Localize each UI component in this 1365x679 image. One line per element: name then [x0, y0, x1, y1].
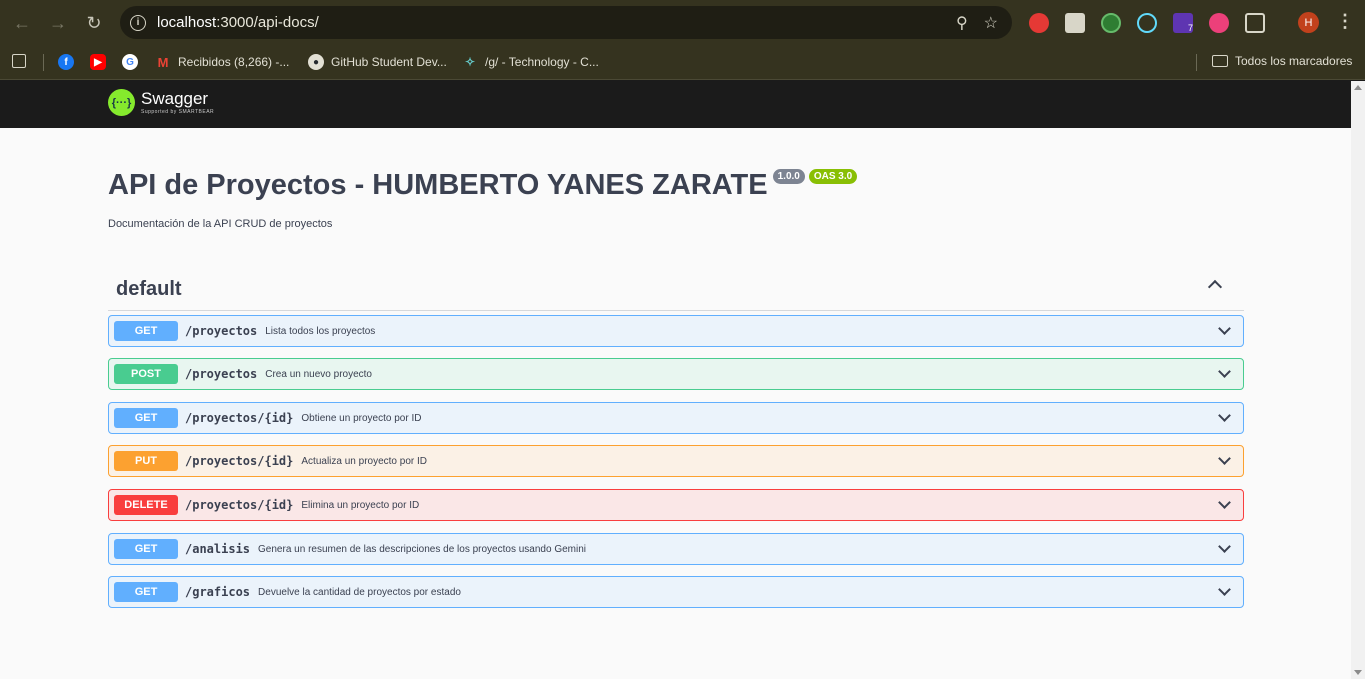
extensions-puzzle-icon[interactable] — [1245, 13, 1265, 33]
chevron-down-icon[interactable] — [1218, 322, 1231, 335]
operation-summary: Genera un resumen de las descripciones d… — [258, 543, 586, 555]
api-title: API de Proyectos - HUMBERTO YANES ZARATE — [108, 169, 768, 201]
bookmark-separator — [1196, 54, 1197, 71]
extension-hand-icon[interactable] — [1029, 13, 1049, 33]
forward-button[interactable]: → — [40, 5, 76, 41]
bookmark-4chan[interactable]: ✧ /g/ - Technology - C... — [462, 54, 599, 70]
section-name: default — [116, 278, 182, 300]
api-description: Documentación de la API CRUD de proyecto… — [108, 218, 333, 230]
swagger-header: {···} Swagger Supported by SMARTBEAR — [0, 80, 1365, 128]
operation-path: /proyectos/{id} — [185, 454, 294, 468]
method-badge: DELETE — [114, 495, 178, 515]
zoom-icon[interactable]: ⚲ — [956, 13, 968, 33]
swagger-logo-icon: {···} — [108, 89, 135, 116]
operation-summary: Elimina un proyecto por ID — [301, 499, 420, 511]
oas-badge: OAS 3.0 — [808, 169, 858, 184]
page-scrollbar[interactable] — [1351, 81, 1365, 679]
reload-button[interactable]: ↻ — [76, 5, 112, 41]
operation-put-proyecto-by-id[interactable]: PUT /proyectos/{id} Actualiza un proyect… — [108, 445, 1244, 477]
back-button[interactable]: ← — [4, 5, 40, 41]
operation-summary: Lista todos los proyectos — [265, 325, 376, 337]
method-badge: GET — [114, 321, 178, 341]
github-icon: ● — [308, 54, 324, 70]
bookmarks-bar: f ▶ G M Recibidos (8,266) -... ● GitHub St… — [0, 45, 1365, 80]
section-default-header[interactable]: default — [108, 274, 1244, 311]
chevron-down-icon[interactable] — [1218, 452, 1231, 465]
method-badge: GET — [114, 408, 178, 428]
operation-path: /graficos — [185, 585, 251, 599]
gmail-icon: M — [157, 54, 169, 70]
bookmark-4chan-label: /g/ - Technology - C... — [485, 55, 599, 69]
chevron-up-icon[interactable] — [1207, 279, 1223, 295]
bookmark-github-label: GitHub Student Dev... — [331, 55, 447, 69]
method-badge: GET — [114, 539, 178, 559]
all-bookmarks-label: Todos los marcadores — [1235, 54, 1353, 68]
method-badge: PUT — [114, 451, 178, 471]
operation-post-proyectos[interactable]: POST /proyectos Crea un nuevo proyecto — [108, 358, 1244, 390]
bookmark-facebook[interactable]: f — [58, 54, 74, 70]
profile-avatar[interactable]: H — [1298, 12, 1319, 33]
bookmark-github[interactable]: ● GitHub Student Dev... — [308, 54, 447, 70]
api-title-row: API de Proyectos - HUMBERTO YANES ZARATE… — [108, 169, 858, 202]
extension-pink-icon[interactable] — [1209, 13, 1229, 33]
extension-target-icon[interactable] — [1101, 13, 1121, 33]
chevron-down-icon[interactable] — [1218, 540, 1231, 553]
folder-icon — [1212, 55, 1228, 67]
4chan-icon: ✧ — [464, 55, 476, 69]
bookmark-gmail-label: Recibidos (8,266) -... — [178, 55, 290, 69]
address-bar[interactable]: i localhost:3000/api-docs/ ⚲ ☆ — [120, 6, 1012, 39]
google-icon: G — [122, 54, 138, 70]
browser-toolbar: ← → ↻ i localhost:3000/api-docs/ ⚲ ☆ 7 H… — [0, 0, 1365, 45]
chevron-down-icon[interactable] — [1218, 365, 1231, 378]
extension-react-icon[interactable] — [1137, 13, 1157, 33]
scroll-down-arrow-icon[interactable] — [1354, 670, 1362, 675]
chevron-down-icon[interactable] — [1218, 409, 1231, 422]
operation-path: /proyectos — [185, 367, 258, 381]
operation-delete-proyecto-by-id[interactable]: DELETE /proyectos/{id} Elimina un proyec… — [108, 489, 1244, 521]
method-badge: GET — [114, 582, 178, 602]
profile-initial: H — [1304, 16, 1313, 29]
operation-get-proyectos[interactable]: GET /proyectos Lista todos los proyectos — [108, 315, 1244, 347]
url-path: :3000/api-docs/ — [216, 14, 319, 31]
site-info-icon[interactable]: i — [130, 14, 146, 31]
operation-summary: Devuelve la cantidad de proyectos por es… — [258, 586, 461, 598]
bookmark-youtube[interactable]: ▶ — [90, 54, 106, 70]
bookmark-google[interactable]: G — [122, 54, 138, 70]
extension-window-icon[interactable] — [1065, 13, 1085, 33]
operation-path: /proyectos/{id} — [185, 498, 294, 512]
scroll-up-arrow-icon[interactable] — [1354, 85, 1362, 90]
chevron-down-icon[interactable] — [1218, 496, 1231, 509]
browser-menu-icon[interactable]: ⋮ — [1336, 11, 1354, 32]
url-host: localhost — [157, 14, 217, 31]
operation-get-analisis[interactable]: GET /analisis Genera un resumen de las d… — [108, 533, 1244, 565]
bookmark-gmail[interactable]: M Recibidos (8,266) -... — [155, 54, 290, 70]
facebook-icon: f — [58, 54, 74, 70]
url-text[interactable]: localhost:3000/api-docs/ — [157, 14, 319, 31]
operation-path: /proyectos/{id} — [185, 411, 294, 425]
operation-get-graficos[interactable]: GET /graficos Devuelve la cantidad de pr… — [108, 576, 1244, 608]
extension-badge-icon[interactable]: 7 — [1173, 13, 1193, 33]
swagger-logo-glyph: {···} — [111, 96, 132, 109]
chevron-down-icon[interactable] — [1218, 583, 1231, 596]
extension-badge-count: 7 — [1187, 23, 1193, 33]
operation-get-proyecto-by-id[interactable]: GET /proyectos/{id} Obtiene un proyecto … — [108, 402, 1244, 434]
operation-path: /analisis — [185, 542, 251, 556]
swagger-logo[interactable]: {···} Swagger Supported by SMARTBEAR — [108, 89, 214, 116]
bookmark-star-icon[interactable]: ☆ — [984, 13, 998, 33]
swagger-brand-text: Swagger — [141, 89, 209, 108]
operation-summary: Crea un nuevo proyecto — [265, 368, 372, 380]
swagger-brand-sub: Supported by SMARTBEAR — [141, 109, 215, 115]
apps-grid-icon[interactable] — [12, 54, 26, 68]
operation-path: /proyectos — [185, 324, 258, 338]
method-badge: POST — [114, 364, 178, 384]
bookmark-separator — [43, 54, 44, 71]
all-bookmarks-button[interactable]: Todos los marcadores — [1212, 54, 1352, 68]
version-badge: 1.0.0 — [772, 169, 805, 184]
operation-summary: Actualiza un proyecto por ID — [301, 455, 427, 467]
youtube-icon: ▶ — [90, 54, 106, 70]
operation-summary: Obtiene un proyecto por ID — [301, 412, 422, 424]
